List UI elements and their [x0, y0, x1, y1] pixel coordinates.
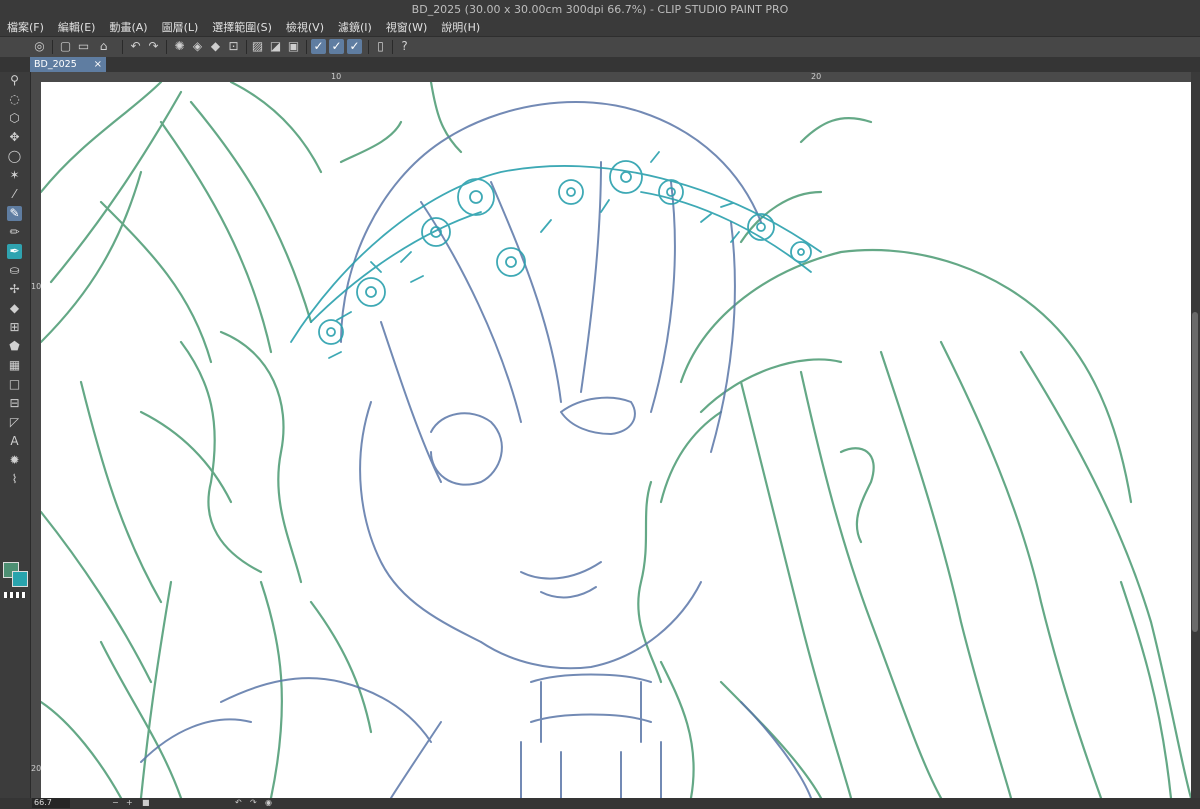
menu-selection[interactable]: 選擇範圍(S): [205, 19, 279, 36]
document-tab-bar: BD_2025 ×: [0, 57, 1200, 72]
ruler-tool-icon[interactable]: ◸: [7, 415, 22, 430]
sub-color-swatch[interactable]: [12, 571, 28, 587]
zoom-level[interactable]: 66.7: [32, 798, 70, 808]
crop-icon[interactable]: ⊡: [226, 39, 241, 54]
magic-wand-icon[interactable]: ✶: [7, 168, 22, 183]
vertical-scrollbar[interactable]: [1191, 72, 1200, 798]
separator: [122, 40, 123, 54]
frame-icon[interactable]: ⊟: [7, 396, 22, 411]
rotate-icon[interactable]: ◌: [7, 92, 22, 107]
zoom-icon[interactable]: ⚲: [7, 73, 22, 88]
menu-window[interactable]: 視窗(W): [379, 19, 434, 36]
ruler-icon[interactable]: ▨: [250, 39, 265, 54]
vector-icon[interactable]: ◪: [268, 39, 283, 54]
fill-selection-icon[interactable]: ◈: [190, 39, 205, 54]
ruler-label: 10: [331, 72, 342, 81]
blend-icon[interactable]: ⊞: [7, 320, 22, 335]
separator: [392, 40, 393, 54]
redo-icon[interactable]: ↷: [146, 39, 161, 54]
vertical-ruler: 10 20: [31, 82, 41, 798]
correct-line-icon[interactable]: ⌇: [7, 472, 22, 487]
stabilize-icon[interactable]: ✓: [329, 39, 344, 54]
smartphone-icon[interactable]: ▯: [373, 39, 388, 54]
separator: [306, 40, 307, 54]
horizontal-ruler: 10 20: [31, 72, 1191, 82]
drawing-canvas[interactable]: [41, 82, 1191, 798]
decoration-icon[interactable]: ✢: [7, 282, 22, 297]
pencil-icon[interactable]: ✏: [7, 225, 22, 240]
ruler-label: 10: [31, 282, 42, 291]
menu-view[interactable]: 檢視(V): [279, 19, 331, 36]
separator: [246, 40, 247, 54]
sketch-artwork: [41, 82, 1191, 798]
pen-pressure-icon[interactable]: ✓: [311, 39, 326, 54]
undo-icon[interactable]: ↶: [128, 39, 143, 54]
menu-animation[interactable]: 動畫(A): [102, 19, 154, 36]
scroll-thumb[interactable]: [1192, 312, 1198, 632]
open-file-icon[interactable]: ▭: [76, 39, 91, 54]
window-title: BD_2025 (30.00 x 30.00cm 300dpi 66.7%) -…: [0, 0, 1200, 19]
airbrush-icon[interactable]: ⛀: [7, 263, 22, 278]
pen-icon[interactable]: ✎: [7, 206, 22, 221]
help-icon[interactable]: ?: [397, 39, 412, 54]
separator: [368, 40, 369, 54]
text-icon[interactable]: A: [7, 434, 22, 449]
object-icon[interactable]: ⬡: [7, 111, 22, 126]
tab-bd-2025[interactable]: BD_2025 ×: [30, 57, 106, 72]
move-icon[interactable]: ✥: [7, 130, 22, 145]
new-file-icon[interactable]: ▢: [58, 39, 73, 54]
ruler-label: 20: [31, 764, 42, 773]
menu-filter[interactable]: 濾鏡(I): [331, 19, 379, 36]
tool-palette: ⚲ ◌ ⬡ ✥ ◯ ✶ ⁄ ✎ ✏ ✒ ⛀ ✢ ◆ ⊞ ⬟ ▦ □ ⊟ ◸ A …: [0, 72, 31, 809]
close-icon[interactable]: ×: [94, 57, 102, 72]
command-bar: ◎ ▢ ▭ ⌂ ↶ ↷ ✺ ◈ ◆ ⊡ ▨ ◪ ▣ ✓ ✓ ✓ ▯ ?: [0, 36, 1200, 58]
clip-studio-icon[interactable]: ◎: [32, 39, 47, 54]
separator: [52, 40, 53, 54]
transparent-color-swatch[interactable]: [4, 592, 26, 598]
menu-file[interactable]: 檔案(F): [0, 19, 51, 36]
tab-label: BD_2025: [34, 59, 77, 70]
fit-icon[interactable]: ■: [142, 798, 150, 808]
brush-icon[interactable]: ✒: [7, 244, 22, 259]
reset-rotation-icon[interactable]: ◉: [265, 798, 272, 808]
correct-icon[interactable]: ✓: [347, 39, 362, 54]
clear-icon[interactable]: ✺: [172, 39, 187, 54]
snap-icon[interactable]: ▣: [286, 39, 301, 54]
balloon-icon[interactable]: ✹: [7, 453, 22, 468]
fill-icon[interactable]: ⬟: [7, 339, 22, 354]
select-icon[interactable]: ◆: [208, 39, 223, 54]
zoom-in-icon[interactable]: +: [126, 798, 133, 808]
eraser-icon[interactable]: ◆: [7, 301, 22, 316]
rotate-right-icon[interactable]: ↷: [250, 798, 257, 808]
zoom-out-icon[interactable]: −: [112, 798, 119, 808]
rotate-left-icon[interactable]: ↶: [235, 798, 242, 808]
ruler-label: 20: [811, 72, 822, 81]
figure-icon[interactable]: □: [7, 377, 22, 392]
status-bar: 66.7 − + ■ ↶ ↷ ◉: [0, 798, 1200, 809]
gradient-icon[interactable]: ▦: [7, 358, 22, 373]
menu-help[interactable]: 說明(H): [434, 19, 487, 36]
eyedropper-icon[interactable]: ⁄: [7, 187, 22, 202]
lasso-icon[interactable]: ◯: [7, 149, 22, 164]
menu-bar: 檔案(F) 編輯(E) 動畫(A) 圖層(L) 選擇範圍(S) 檢視(V) 濾鏡…: [0, 19, 1200, 36]
separator: [166, 40, 167, 54]
menu-edit[interactable]: 編輯(E): [51, 19, 103, 36]
save-icon[interactable]: ⌂: [96, 39, 111, 54]
menu-layer[interactable]: 圖層(L): [155, 19, 206, 36]
